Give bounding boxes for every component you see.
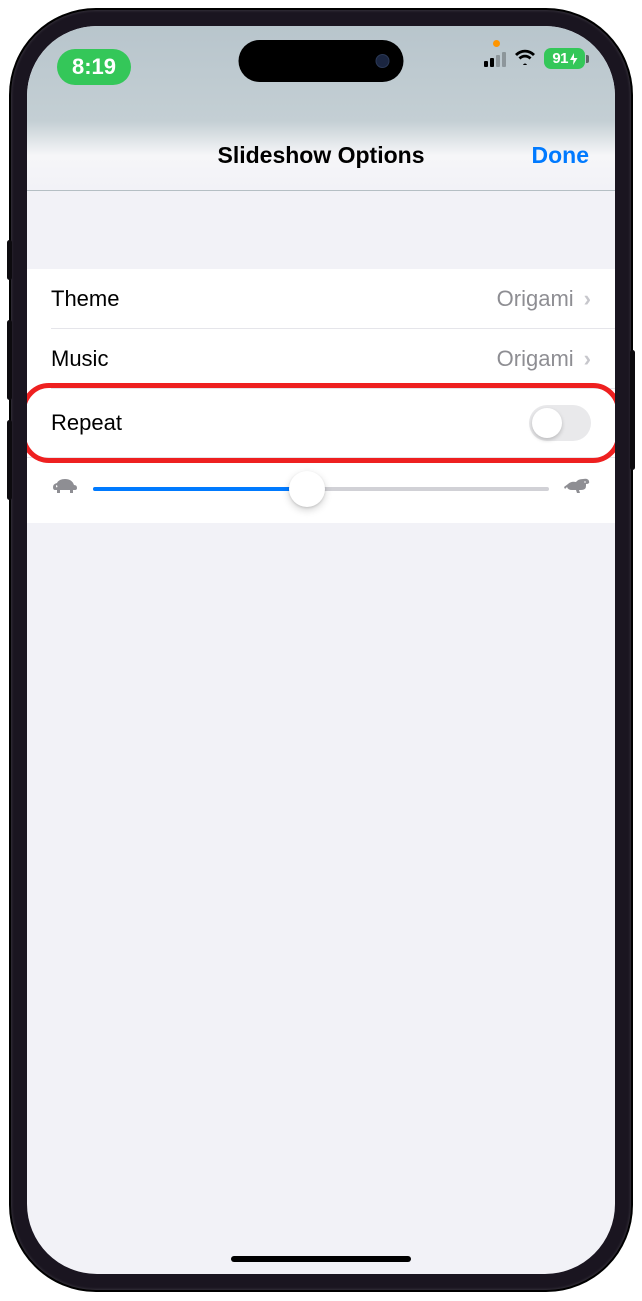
device-frame: 8:19 91 Slideshow Options Done: [11, 10, 631, 1290]
volume-down-button: [7, 420, 12, 500]
tortoise-icon: [51, 476, 79, 501]
music-value: Origami: [497, 346, 574, 372]
done-button[interactable]: Done: [532, 142, 590, 169]
hare-icon: [563, 476, 591, 501]
battery-level: 91: [552, 50, 568, 67]
repeat-label: Repeat: [51, 410, 122, 436]
music-label: Music: [51, 346, 108, 372]
repeat-row[interactable]: Repeat: [27, 389, 615, 457]
chevron-right-icon: ›: [584, 286, 591, 312]
theme-value-group: Origami ›: [497, 286, 591, 312]
home-indicator[interactable]: [231, 1256, 411, 1262]
battery-icon: 91: [544, 48, 585, 69]
camera-dot: [376, 54, 390, 68]
slider-knob[interactable]: [289, 471, 325, 507]
time-pill[interactable]: 8:19: [57, 49, 131, 85]
chevron-right-icon: ›: [584, 346, 591, 372]
mute-switch: [7, 240, 12, 280]
status-right: 91: [484, 48, 585, 69]
toggle-knob: [532, 408, 562, 438]
music-value-group: Origami ›: [497, 346, 591, 372]
screen: 8:19 91 Slideshow Options Done: [27, 26, 615, 1274]
slider-fill: [93, 487, 307, 491]
repeat-toggle[interactable]: [529, 405, 591, 441]
theme-label: Theme: [51, 286, 119, 312]
theme-value: Origami: [497, 286, 574, 312]
speed-slider[interactable]: [93, 487, 549, 491]
wifi-icon: [514, 49, 536, 69]
cellular-icon: [484, 51, 506, 67]
music-row[interactable]: Music Origami ›: [27, 329, 615, 389]
dynamic-island: [239, 40, 404, 82]
volume-up-button: [7, 320, 12, 400]
settings-list: Theme Origami › Music Origami › Repeat: [27, 269, 615, 523]
speed-slider-row: [27, 457, 615, 523]
mic-indicator-icon: [493, 40, 500, 47]
status-bar: 8:19 91: [27, 26, 615, 121]
theme-row[interactable]: Theme Origami ›: [27, 269, 615, 329]
side-button: [630, 350, 635, 470]
nav-bar: Slideshow Options Done: [27, 121, 615, 191]
page-title: Slideshow Options: [217, 142, 424, 169]
